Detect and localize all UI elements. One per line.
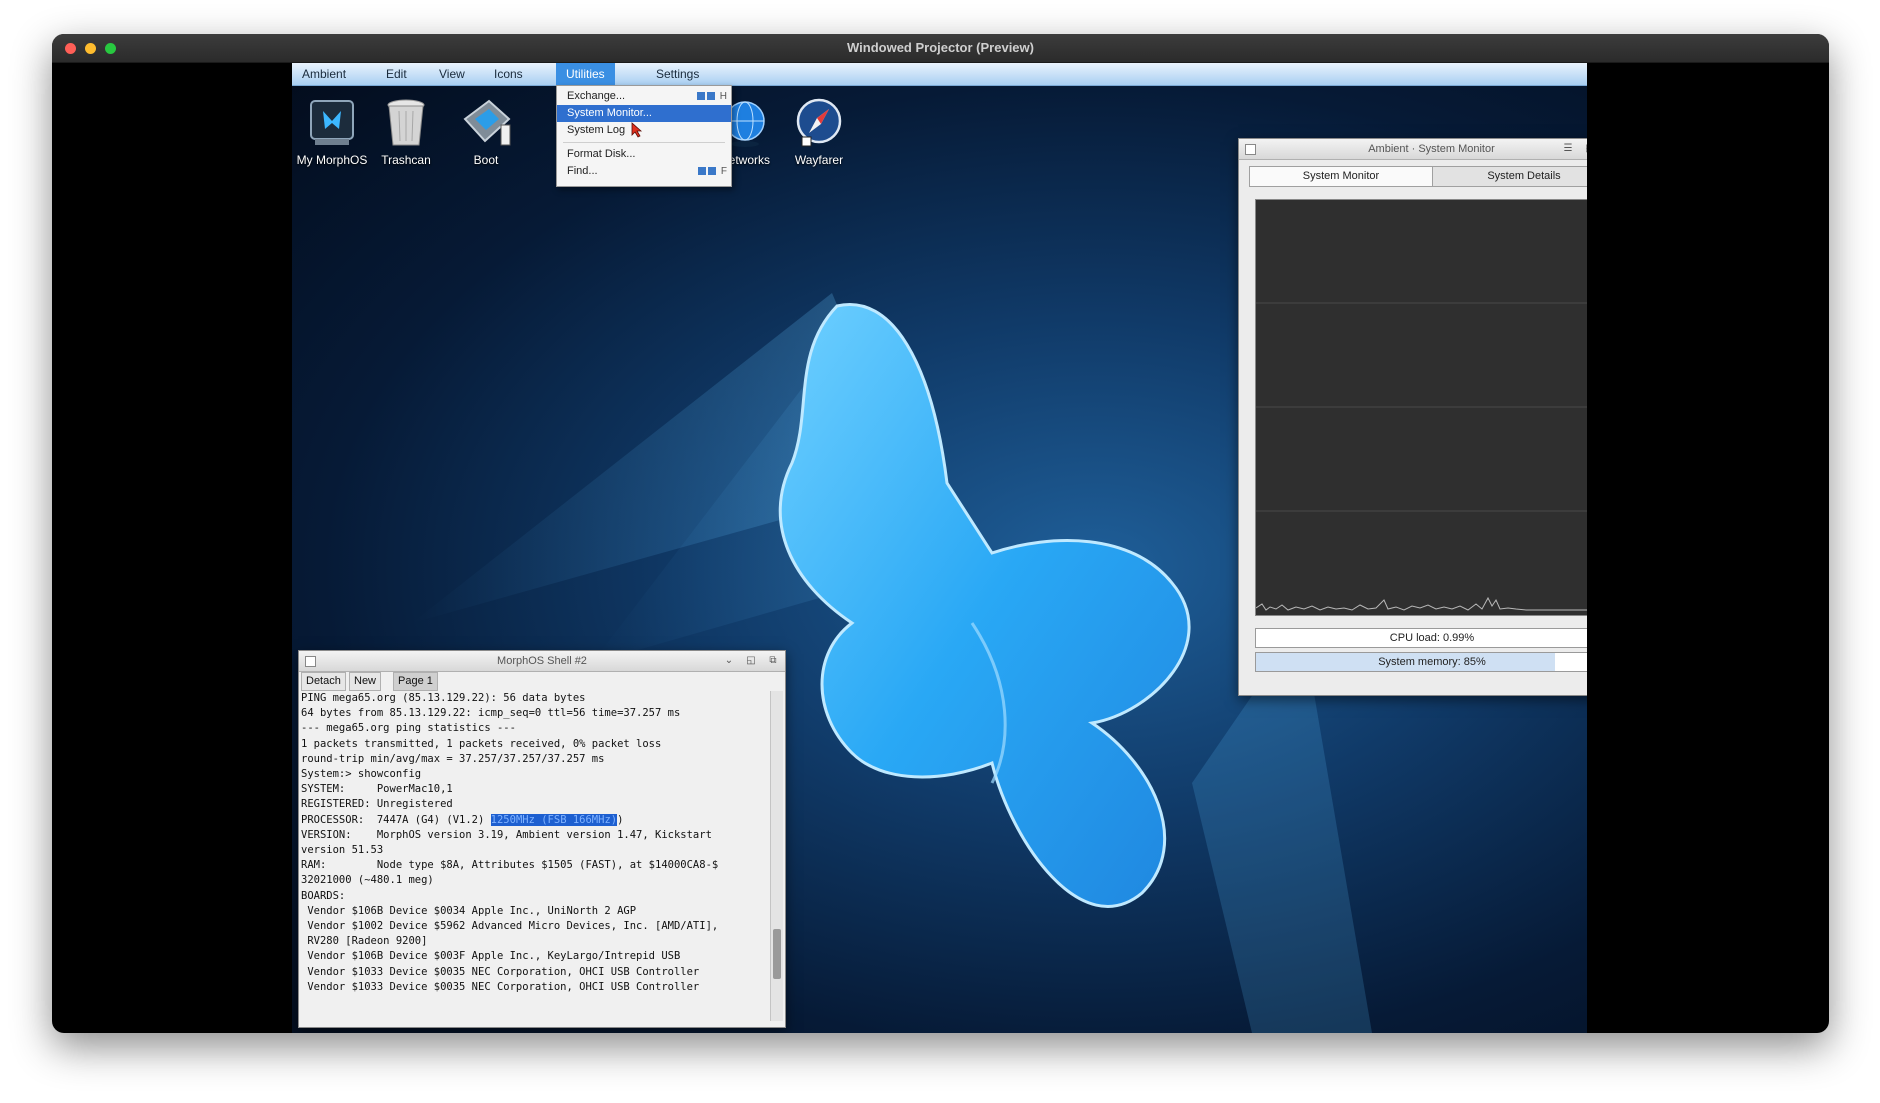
terminal-line: Vendor $106B Device $0034 Apple Inc., Un… bbox=[301, 904, 637, 917]
amiga-key-icon bbox=[706, 92, 715, 101]
window-titlebar[interactable]: Windowed Projector (Preview) bbox=[52, 34, 1829, 63]
terminal-line: round-trip min/avg/max = 37.257/37.257/3… bbox=[301, 752, 605, 765]
terminal-line: version 51.53 bbox=[301, 844, 384, 857]
terminal-line: Vendor $1033 Device $0035 NEC Corporatio… bbox=[301, 965, 700, 978]
text-selection: 1250MHz (FSB 166MHz) bbox=[490, 813, 618, 826]
projector-window: Windowed Projector (Preview) Ambient Edi… bbox=[52, 34, 1829, 1033]
close-gadget[interactable] bbox=[1245, 144, 1256, 155]
desktop-icon-wayfarer[interactable]: Wayfarer bbox=[779, 97, 859, 187]
memory-bar: System memory: 85% bbox=[1255, 652, 1587, 672]
terminal-line: PING mega65.org (85.13.129.22): 56 data … bbox=[301, 692, 586, 704]
window-title: MorphOS Shell #2 bbox=[497, 655, 587, 667]
menu-item-exchange[interactable]: Exchange... H bbox=[557, 88, 731, 105]
terminal-line: 64 bytes from 85.13.129.22: icmp_seq=0 t… bbox=[301, 707, 681, 720]
menu-ambient[interactable]: Ambient bbox=[292, 63, 356, 85]
menu-icons[interactable]: Icons bbox=[484, 63, 533, 85]
desktop-icon-label: Wayfarer bbox=[794, 153, 844, 167]
menu-gadget-icon[interactable]: ☰ bbox=[1562, 143, 1574, 155]
chevron-down-icon[interactable]: ⌄ bbox=[723, 655, 735, 667]
desktop-icon-label: Trashcan bbox=[381, 153, 431, 167]
cpu-load-line bbox=[1256, 596, 1587, 611]
terminal-line: RAM: Node type $8A, Attributes $1505 (FA… bbox=[301, 859, 719, 872]
zoom-gadget-icon[interactable]: ◱ bbox=[745, 655, 757, 667]
terminal-line: 32021000 (~480.1 meg) bbox=[301, 874, 434, 887]
shortcut-key: F bbox=[720, 166, 727, 177]
menu-item-find[interactable]: Find... F bbox=[557, 163, 731, 180]
memory-label: System memory: 85% bbox=[1378, 656, 1486, 668]
terminal-line: 1 packets transmitted, 1 packets receive… bbox=[301, 737, 662, 750]
menu-separator bbox=[563, 142, 725, 143]
new-button[interactable]: New bbox=[349, 672, 382, 691]
terminal-line: RV280 [Radeon 9200] bbox=[301, 935, 428, 948]
page-tab[interactable]: Page 1 bbox=[393, 672, 438, 691]
mouse-pointer-icon bbox=[631, 122, 643, 138]
menu-view[interactable]: View bbox=[429, 63, 475, 85]
menu-edit[interactable]: Edit bbox=[376, 63, 417, 85]
menu-utilities[interactable]: Utilities bbox=[556, 63, 615, 85]
morphos-screen: Ambient Edit View Icons Utilities Settin… bbox=[292, 63, 1587, 1033]
shortcut-key: H bbox=[719, 91, 727, 102]
trash-icon bbox=[387, 99, 425, 146]
utilities-dropdown: Exchange... H System Monitor... System L… bbox=[556, 85, 732, 187]
system-monitor-window: Ambient · System Monitor ☰ ◱ ⧉ System Mo… bbox=[1238, 138, 1587, 696]
terminal-output[interactable]: PING mega65.org (85.13.129.22): 56 data … bbox=[301, 691, 766, 1023]
window-titlebar[interactable]: MorphOS Shell #2 ⌄ ◱ ⧉ bbox=[299, 651, 785, 672]
terminal-line: --- mega65.org ping statistics --- bbox=[301, 722, 516, 735]
shell-window: MorphOS Shell #2 ⌄ ◱ ⧉ Detach New Page 1… bbox=[298, 650, 786, 1028]
terminal-line: SYSTEM: PowerMac10,1 bbox=[301, 783, 453, 796]
compass-icon bbox=[796, 98, 842, 147]
desktop-icon-trashcan[interactable]: Trashcan bbox=[366, 97, 446, 187]
cpu-load-label: CPU load: 0.99% bbox=[1389, 632, 1475, 644]
terminal-line: Vendor $1033 Device $0035 NEC Corporatio… bbox=[301, 980, 700, 993]
terminal-line: PROCESSOR: 7447A (G4) (V1.2) 1250MHz (FS… bbox=[301, 813, 624, 826]
computer-icon bbox=[310, 100, 354, 145]
drive-icon bbox=[463, 99, 511, 146]
terminal-line: REGISTERED: Unregistered bbox=[301, 798, 453, 811]
menu-item-system-monitor[interactable]: System Monitor... bbox=[557, 105, 731, 122]
terminal-line: BOARDS: bbox=[301, 889, 346, 902]
desktop-icon-label: Boot bbox=[473, 153, 499, 167]
cpu-load-bar: CPU load: 0.99% bbox=[1255, 628, 1587, 648]
tab-system-monitor[interactable]: System Monitor bbox=[1249, 166, 1433, 187]
window-title: Windowed Projector (Preview) bbox=[847, 40, 1034, 55]
menubar: Ambient Edit View Icons Utilities Settin… bbox=[292, 63, 1587, 86]
amiga-key-icon bbox=[708, 167, 717, 176]
terminal-line: Vendor $1002 Device $5962 Advanced Micro… bbox=[301, 920, 719, 933]
tab-system-details[interactable]: System Details bbox=[1432, 166, 1587, 187]
menu-settings[interactable]: Settings bbox=[646, 63, 709, 85]
terminal-scrollbar[interactable] bbox=[770, 691, 783, 1021]
zoom-gadget-icon[interactable]: ◱ bbox=[1584, 143, 1587, 155]
close-gadget[interactable] bbox=[305, 656, 316, 667]
depth-gadget-icon[interactable]: ⧉ bbox=[767, 655, 779, 667]
terminal-line: System:> showconfig bbox=[301, 768, 422, 781]
desktop-icon-boot[interactable]: Boot bbox=[446, 97, 526, 187]
amiga-key-icon bbox=[698, 167, 707, 176]
window-title: Ambient · System Monitor bbox=[1368, 143, 1495, 155]
window-titlebar[interactable]: Ambient · System Monitor ☰ ◱ ⧉ bbox=[1239, 139, 1587, 160]
cpu-history-graph bbox=[1255, 199, 1587, 616]
desktop-icon-my-morphos[interactable]: My MorphOS bbox=[292, 97, 372, 187]
menu-item-system-log[interactable]: System Log bbox=[557, 122, 731, 139]
scrollbar-thumb[interactable] bbox=[773, 929, 781, 979]
amiga-key-icon bbox=[696, 92, 705, 101]
terminal-line: VERSION: MorphOS version 3.19, Ambient v… bbox=[301, 828, 712, 841]
detach-button[interactable]: Detach bbox=[301, 672, 346, 691]
terminal-line: Vendor $106B Device $003F Apple Inc., Ke… bbox=[301, 950, 681, 963]
desktop-icon-label: My MorphOS bbox=[296, 153, 368, 167]
menu-item-format-disk[interactable]: Format Disk... bbox=[557, 146, 731, 163]
